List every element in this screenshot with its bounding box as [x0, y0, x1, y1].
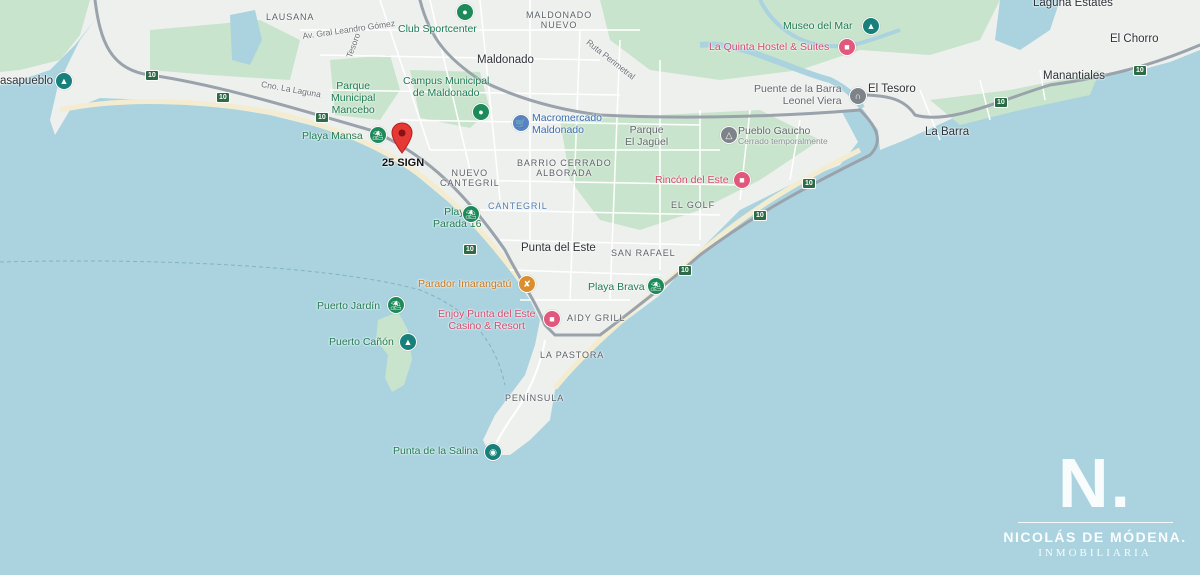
- route-10-shield: 10: [315, 112, 329, 123]
- park-marker-icon[interactable]: ●: [456, 3, 474, 21]
- poi-label-enjoy-casino[interactable]: Enjoy Punta del Este Casino & Resort: [438, 308, 535, 332]
- restaurant-icon[interactable]: ✘: [518, 275, 536, 293]
- brand-subtitle: INMOBILIARIA: [1038, 547, 1152, 559]
- brand-watermark: N. NICOLÁS DE MÓDENA. INMOBILIARIA: [1000, 448, 1190, 559]
- poi-label-parque-jaguel[interactable]: Parque El Jagüel: [625, 124, 668, 148]
- area-label-barrio-cerrado-alborada: BARRIO CERRADO ALBORADA: [517, 158, 612, 179]
- hotel-icon[interactable]: ■: [733, 171, 751, 189]
- poi-label-puerto-jardin[interactable]: Puerto Jardín: [317, 300, 380, 312]
- poi-label-campus-municipal[interactable]: Campus Municipal de Maldonado: [403, 75, 489, 99]
- area-label-lausana: LAUSANA: [266, 12, 315, 22]
- city-label-el-tesoro: El Tesoro: [868, 83, 916, 95]
- route-10-shield: 10: [145, 70, 159, 81]
- museum-icon[interactable]: ▲: [862, 17, 880, 35]
- beach-umbrella-icon[interactable]: ⛱: [387, 296, 405, 314]
- area-label-cantegril: CANTEGRIL: [488, 201, 548, 211]
- poi-label-parador-imarangatu[interactable]: Parador Imarangatú: [418, 278, 511, 290]
- area-label-nuevo-cantegril: NUEVO CANTEGRIL: [440, 168, 500, 189]
- city-label-la-barra: La Barra: [925, 126, 970, 138]
- route-10-shield: 10: [463, 244, 477, 255]
- park-marker-icon[interactable]: ●: [472, 103, 490, 121]
- poi-label-puente-barra[interactable]: Puente de la Barra Leonel Viera: [754, 83, 842, 107]
- camera-icon[interactable]: ◉: [484, 443, 502, 461]
- brand-divider: [1017, 522, 1173, 523]
- beach-umbrella-icon[interactable]: ⛱: [369, 126, 387, 144]
- city-label-casapueblo: asapueblo: [0, 75, 54, 87]
- beach-umbrella-icon[interactable]: ⛱: [647, 277, 665, 295]
- map-pin-icon[interactable]: [391, 122, 413, 154]
- route-10-shield: 10: [216, 92, 230, 103]
- brand-logo-mark: N.: [1058, 444, 1132, 522]
- poi-label-la-quinta[interactable]: La Quinta Hostel & Suites: [709, 41, 829, 53]
- poi-label-pueblo-gaucho[interactable]: Pueblo Gaucho Cerrado temporalmente: [738, 125, 828, 147]
- poi-label-parque-mancebo[interactable]: Parque Municipal Mancebo: [331, 80, 375, 116]
- poi-label-club-sportcenter[interactable]: Club Sportcenter: [398, 23, 477, 35]
- poi-status-pueblo-gaucho: Cerrado temporalmente: [738, 136, 828, 147]
- bridge-icon[interactable]: ∩: [849, 87, 867, 105]
- poi-label-puerto-canon[interactable]: Puerto Cañón: [329, 336, 394, 348]
- route-10-shield: 10: [802, 178, 816, 189]
- route-10-shield: 10: [994, 97, 1008, 108]
- beach-umbrella-icon[interactable]: ⛱: [462, 205, 480, 223]
- area-label-la-pastora: LA PASTORA: [540, 350, 605, 360]
- pin-label: 25 SIGN: [382, 157, 425, 169]
- route-10-shield: 10: [1133, 65, 1147, 76]
- poi-label-punta-salina[interactable]: Punta de la Salina: [393, 445, 478, 457]
- city-label-el-chorro: El Chorro: [1110, 33, 1159, 45]
- poi-label-museo-del-mar[interactable]: Museo del Mar: [783, 20, 852, 32]
- hotel-icon[interactable]: ■: [838, 38, 856, 56]
- museum-icon[interactable]: △: [720, 126, 738, 144]
- city-label-manantiales: Manantiales: [1043, 70, 1106, 82]
- area-label-aidy-grill: AIDY GRILL: [567, 313, 626, 323]
- area-label-peninsula: PENÍNSULA: [505, 393, 565, 403]
- museum-icon[interactable]: ▲: [55, 72, 73, 90]
- poi-label-playa-brava[interactable]: Playa Brava: [588, 281, 645, 293]
- area-label-san-rafael: SAN RAFAEL: [611, 248, 676, 258]
- city-label-maldonado: Maldonado: [477, 54, 534, 66]
- area-label-el-golf: EL GOLF: [671, 200, 715, 210]
- park-lausana: [150, 20, 300, 80]
- city-label-punta-del-este: Punta del Este: [521, 242, 596, 254]
- poi-label-playa-mansa[interactable]: Playa Mansa: [302, 130, 363, 142]
- brand-name: NICOLÁS DE MÓDENA.: [1003, 529, 1187, 545]
- landmark-icon[interactable]: ▲: [399, 333, 417, 351]
- shopping-cart-icon[interactable]: 🛒: [512, 114, 530, 132]
- poi-label-rincon-del-este[interactable]: Rincón del Este: [655, 174, 729, 186]
- area-label-maldonado-nuevo: MALDONADO NUEVO: [526, 10, 593, 31]
- city-label-laguna-estates: Laguna Estates: [1033, 0, 1113, 9]
- poi-label-macromercado[interactable]: Macromercado Maldonado: [532, 112, 602, 136]
- hotel-icon[interactable]: ■: [543, 310, 561, 328]
- route-10-shield: 10: [753, 210, 767, 221]
- map-canvas[interactable]: 10 10 10 10 10 10 10 10 10 LAUSANA MALDO…: [0, 0, 1200, 575]
- route-10-shield: 10: [678, 265, 692, 276]
